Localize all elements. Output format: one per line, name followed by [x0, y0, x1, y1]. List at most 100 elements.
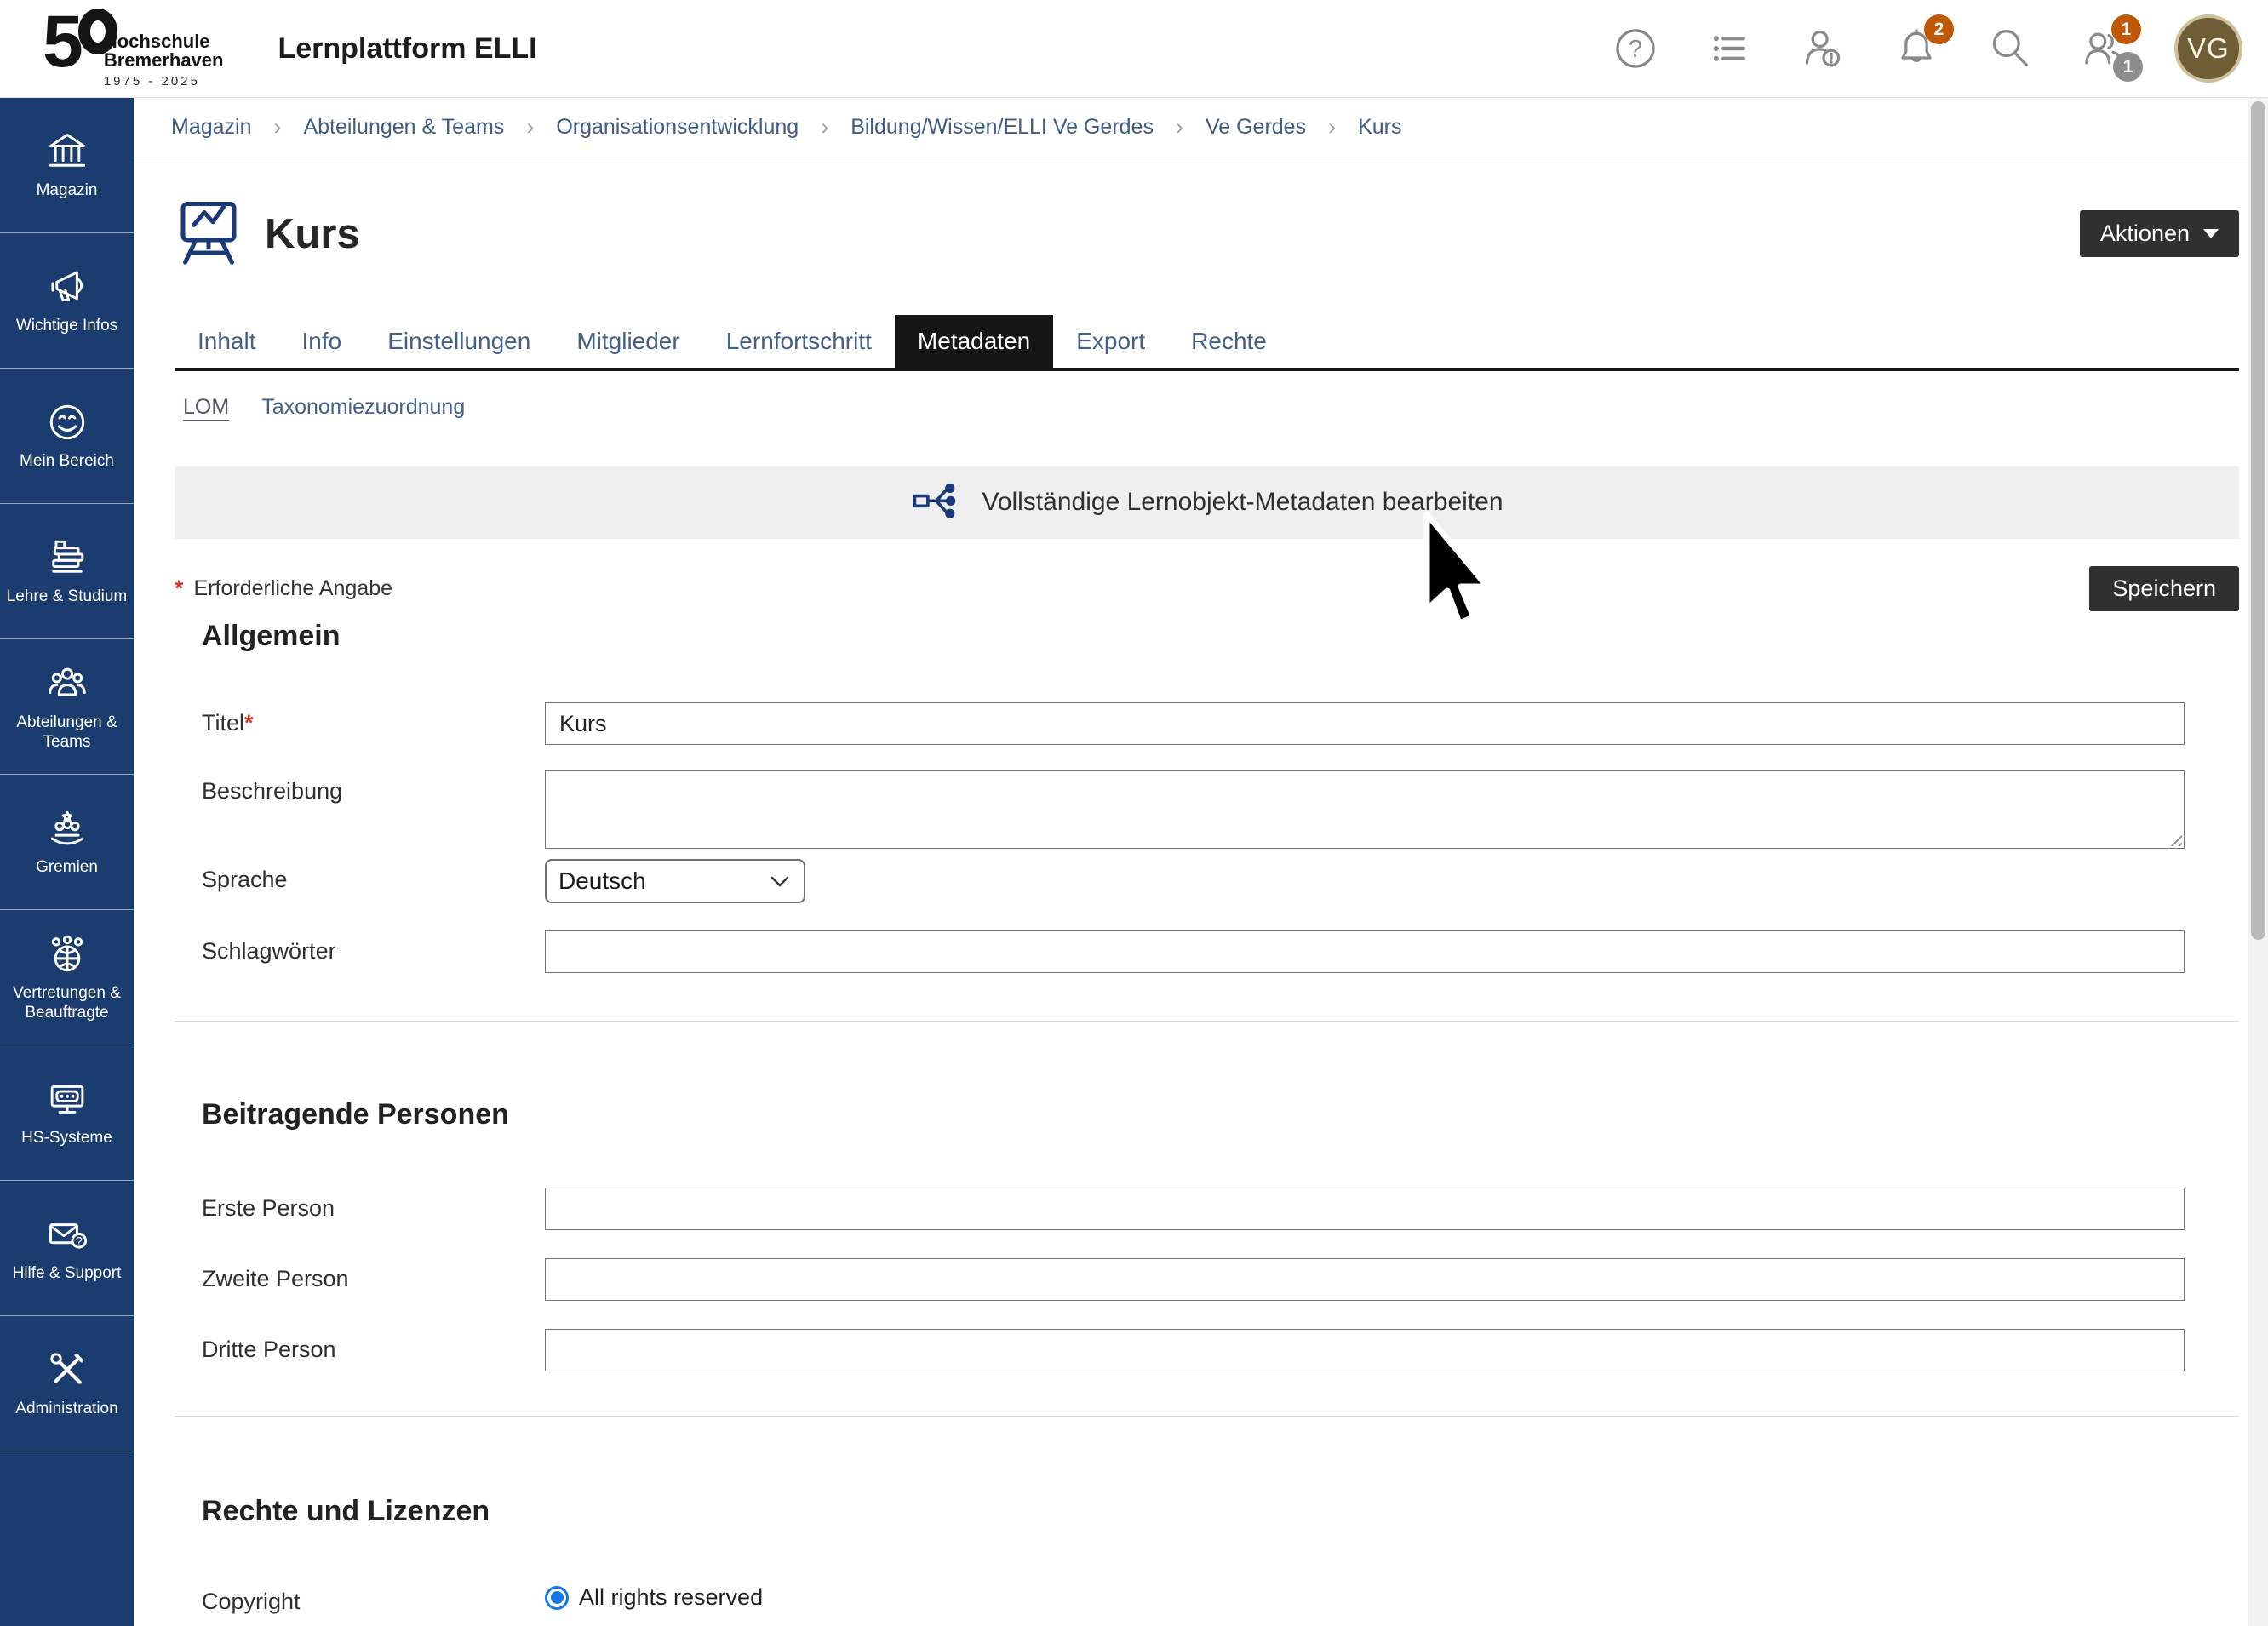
breadcrumb-item[interactable]: Organisationsentwicklung — [556, 115, 799, 140]
erste-person-label: Erste Person — [175, 1188, 545, 1222]
svg-text:?: ? — [1629, 36, 1642, 63]
sidebar-item-lehre-studium[interactable]: Lehre & Studium — [0, 504, 134, 639]
mail-question-icon: ? — [45, 1212, 89, 1257]
tab-mitglieder[interactable]: Mitglieder — [553, 315, 702, 368]
copyright-radio-selected[interactable] — [545, 1586, 569, 1610]
sidebar-item-vertretungen-beauftragte[interactable]: Vertretungen & Beauftragte — [0, 910, 134, 1045]
smiley-icon — [45, 400, 89, 444]
tab-metadaten[interactable]: Metadaten — [895, 315, 1053, 368]
breadcrumb-separator: › — [821, 114, 828, 140]
books-icon — [45, 535, 89, 580]
committee-icon — [45, 806, 89, 850]
tab-info[interactable]: Info — [279, 315, 365, 368]
copyright-option-label: All rights reserved — [579, 1584, 763, 1611]
people-group-icon — [45, 661, 89, 706]
notifications-badge: 2 — [1924, 14, 1954, 44]
subtab-bar: LOM Taxonomiezuordnung — [175, 395, 2239, 420]
section-divider — [175, 1416, 2239, 1417]
sidebar-item-wichtige-infos[interactable]: Wichtige Infos — [0, 233, 134, 369]
contacts-button[interactable]: 1 1 — [2081, 26, 2127, 72]
breadcrumb-item[interactable]: Ve Gerdes — [1206, 115, 1306, 140]
form-row-beschreibung: Beschreibung — [175, 770, 2239, 849]
help-button[interactable]: ? — [1612, 26, 1658, 72]
sidebar-item-administration[interactable]: Administration — [0, 1316, 134, 1451]
form-row-zweite-person: Zweite Person — [175, 1258, 2239, 1301]
breadcrumb-item[interactable]: Magazin — [171, 115, 252, 140]
top-header: 5 Hochschule Bremerhaven 1975 - 2025 Ler… — [0, 0, 2268, 98]
breadcrumb-item[interactable]: Bildung/Wissen/ELLI Ve Gerdes — [850, 115, 1154, 140]
breadcrumb-item[interactable]: Abteilungen & Teams — [304, 115, 505, 140]
sprache-select[interactable]: Deutsch — [545, 859, 805, 903]
schlagwoerter-input[interactable] — [545, 930, 2185, 973]
tab-lernfortschritt[interactable]: Lernfortschritt — [703, 315, 895, 368]
breadcrumb-item[interactable]: Kurs — [1358, 115, 1401, 140]
logo-digit-5: 5 — [43, 9, 80, 76]
tab-bar: Inhalt Info Einstellungen Mitglieder Ler… — [175, 315, 2239, 371]
scrollbar-thumb[interactable] — [2251, 101, 2265, 940]
logo-line2: Bremerhaven — [104, 51, 224, 70]
subtab-lom[interactable]: LOM — [183, 395, 229, 420]
share-network-icon — [910, 476, 959, 530]
section-divider — [175, 1021, 2239, 1022]
notifications-button[interactable]: 2 — [1893, 26, 1939, 72]
contacts-badge-top: 1 — [2111, 14, 2141, 44]
sidebar-item-gremien[interactable]: Gremien — [0, 775, 134, 910]
section-title-rechte: Rechte und Lizenzen — [202, 1495, 2239, 1528]
form-row-schlagwoerter: Schlagwörter — [175, 930, 2239, 973]
sidebar-item-hs-systeme[interactable]: HS-Systeme — [0, 1045, 134, 1181]
tab-export[interactable]: Export — [1053, 315, 1168, 368]
sidebar-item-hilfe-support[interactable]: ? Hilfe & Support — [0, 1181, 134, 1316]
university-logo: 5 Hochschule Bremerhaven 1975 - 2025 — [43, 9, 223, 89]
aktionen-button[interactable]: Aktionen — [2080, 210, 2239, 257]
svg-text:?: ? — [75, 1235, 82, 1249]
dritte-person-input[interactable] — [545, 1329, 2185, 1371]
erste-person-input[interactable] — [545, 1188, 2185, 1230]
vertical-scrollbar[interactable] — [2248, 98, 2268, 1626]
speichern-button[interactable]: Speichern — [2089, 566, 2239, 611]
logo-line1: Hochschule — [104, 32, 224, 51]
tab-rechte[interactable]: Rechte — [1168, 315, 1290, 368]
breadcrumb-separator: › — [1176, 114, 1183, 140]
tab-inhalt[interactable]: Inhalt — [175, 315, 279, 368]
form-row-copyright: Copyright All rights reserved — [175, 1581, 2239, 1615]
sidebar-item-magazin[interactable]: Magazin — [0, 98, 134, 233]
copyright-label: Copyright — [175, 1581, 545, 1615]
monitor-password-icon — [45, 1077, 89, 1121]
titel-input[interactable] — [545, 702, 2185, 745]
logo-years: 1975 - 2025 — [104, 74, 224, 89]
contacts-badge-bottom: 1 — [2113, 52, 2143, 82]
sidebar-item-abteilungen-teams[interactable]: Abteilungen & Teams — [0, 639, 134, 775]
search-icon — [1987, 26, 2033, 72]
required-asterisk: * — [175, 575, 184, 602]
form-row-titel: Titel* — [175, 702, 2239, 745]
sprache-selected-value: Deutsch — [558, 867, 646, 895]
sidebar-nav: Magazin Wichtige Infos Mein Bereich Le — [0, 98, 134, 1626]
sidebar-item-mein-bereich[interactable]: Mein Bereich — [0, 369, 134, 504]
main-menu-button[interactable] — [1706, 26, 1752, 72]
titel-label: Titel* — [175, 702, 545, 736]
edit-full-metadata-banner[interactable]: Vollständige Lernobjekt-Metadaten bearbe… — [175, 466, 2239, 539]
zweite-person-input[interactable] — [545, 1258, 2185, 1301]
main-area: Magazin › Abteilungen & Teams › Organisa… — [134, 98, 2248, 1626]
megaphone-icon — [45, 265, 89, 309]
schlagwoerter-label: Schlagwörter — [175, 930, 545, 965]
tab-einstellungen[interactable]: Einstellungen — [364, 315, 553, 368]
header-icon-bar: ? — [1612, 14, 2242, 83]
chevron-down-icon — [770, 875, 790, 888]
awareness-button[interactable] — [1800, 26, 1846, 72]
resize-grip-icon[interactable] — [2167, 831, 2182, 846]
globe-people-icon — [45, 932, 89, 976]
bank-icon — [45, 129, 89, 174]
beschreibung-textarea[interactable] — [545, 770, 2185, 849]
page-title: Kurs — [265, 210, 360, 258]
subtab-taxonomiezuordnung[interactable]: Taxonomiezuordnung — [261, 395, 465, 420]
breadcrumb-separator: › — [1328, 114, 1336, 140]
required-hint: Erforderliche Angabe — [192, 576, 392, 601]
user-avatar[interactable]: VG — [2174, 14, 2242, 83]
sprache-label: Sprache — [175, 859, 545, 893]
breadcrumb-separator: › — [274, 114, 282, 140]
search-button[interactable] — [1987, 26, 2033, 72]
form-row-erste-person: Erste Person — [175, 1188, 2239, 1230]
required-asterisk: * — [244, 710, 254, 736]
user-alert-icon — [1800, 26, 1846, 72]
